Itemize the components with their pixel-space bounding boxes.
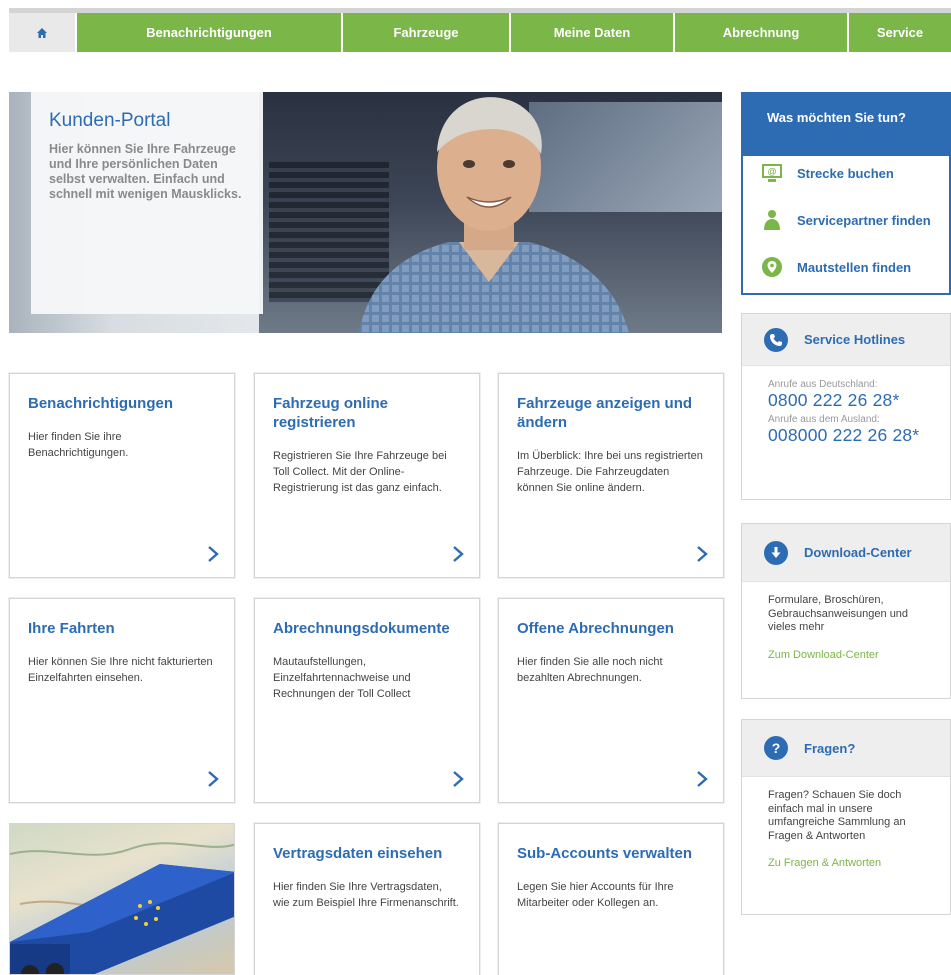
service-hotlines-title: Service Hotlines — [804, 332, 906, 347]
svg-text:@: @ — [768, 167, 777, 177]
hero-description: Hier können Sie Ihre Fahrzeuge und Ihre … — [49, 142, 242, 201]
download-center-body: Formulare, Broschüren, Gebrauchsanweisun… — [742, 582, 950, 676]
tile-title: Ihre Fahrten — [28, 620, 115, 637]
faq-body: Fragen? Schauen Sie doch einfach mal in … — [742, 777, 950, 885]
action-servicepartner-finden[interactable]: Servicepartner finden — [761, 209, 931, 231]
chevron-right-icon[interactable] — [695, 545, 709, 563]
faq-text: Fragen? Schauen Sie doch einfach mal in … — [768, 789, 906, 842]
chevron-right-icon[interactable] — [206, 545, 220, 563]
action-label: Strecke buchen — [797, 165, 894, 181]
phone-icon — [764, 327, 788, 352]
nav-item-service[interactable]: Service — [847, 13, 951, 52]
tile-fahrzeug-registrieren[interactable]: Fahrzeug online registrieren Registriere… — [254, 373, 480, 578]
hotline-intl-number[interactable]: 008000 222 26 28* — [768, 426, 926, 443]
tile-title: Fahrzeug online registrieren — [273, 395, 389, 431]
tile-text: Hier können Sie Ihre nicht fakturierten … — [28, 656, 213, 684]
download-center-text: Formulare, Broschüren, Gebrauchsanweisun… — [768, 594, 909, 633]
tile-title: Abrechnungsdokumente — [273, 620, 450, 637]
download-center-link[interactable]: Zum Download-Center — [768, 649, 879, 663]
chevron-right-icon[interactable] — [206, 770, 220, 788]
tile-vertragsdaten[interactable]: Vertragsdaten einsehen Hier finden Sie I… — [254, 823, 480, 975]
nav-item-meine-daten[interactable]: Meine Daten — [509, 13, 673, 52]
chevron-right-icon[interactable] — [451, 770, 465, 788]
person-icon — [761, 209, 783, 231]
faq-header: ? Fragen? — [742, 720, 950, 777]
tile-title: Vertragsdaten einsehen — [273, 845, 443, 862]
service-hotlines-header: Service Hotlines — [742, 314, 950, 366]
tile-title: Fahrzeuge anzeigen und ändern — [517, 395, 693, 431]
tile-sub-accounts[interactable]: Sub-Accounts verwalten Legen Sie hier Ac… — [498, 823, 724, 975]
tile-title: Offene Abrechnungen — [517, 620, 674, 637]
tile-title: Benachrichtigungen — [28, 395, 174, 412]
tile-benachrichtigungen[interactable]: Benachrichtigungen Hier finden Sie ihre … — [9, 373, 235, 578]
tile-text: Hier finden Sie Ihre Vertragsdaten, wie … — [273, 881, 459, 909]
home-icon — [37, 27, 47, 38]
top-navigation: Benachrichtigungen Fahrzeuge Meine Daten… — [9, 8, 951, 52]
action-label: Mautstellen finden — [797, 259, 912, 275]
action-mautstellen-finden[interactable]: Mautstellen finden — [761, 256, 911, 278]
hero-person-image — [359, 97, 629, 333]
tile-title: Sub-Accounts verwalten — [517, 845, 693, 862]
map-pin-icon — [761, 256, 783, 278]
truck-map-image — [9, 823, 235, 975]
download-center-title: Download-Center — [804, 545, 912, 560]
faq-title: Fragen? — [804, 740, 856, 756]
quick-actions-box: Was möchten Sie tun? @ Strecke buchen Se… — [741, 92, 951, 295]
chevron-right-icon[interactable] — [695, 770, 709, 788]
tile-text: Hier finden Sie ihre Benachrichtigungen. — [28, 431, 129, 459]
tile-text: Im Überblick: Ihre bei uns registrierten… — [517, 450, 703, 494]
nav-home[interactable] — [9, 13, 75, 52]
chevron-right-icon[interactable] — [451, 545, 465, 563]
tile-offene-abrechnungen[interactable]: Offene Abrechnungen Hier finden Sie alle… — [498, 598, 724, 803]
faq-box: ? Fragen? Fragen? Schauen Sie doch einfa… — [741, 719, 951, 915]
download-center-box: Download-Center Formulare, Broschüren, G… — [741, 523, 951, 699]
service-hotlines-box: Service Hotlines Anrufe aus Deutschland:… — [741, 313, 951, 500]
download-center-header: Download-Center — [742, 524, 950, 582]
tile-ihre-fahrten[interactable]: Ihre Fahrten Hier können Sie Ihre nicht … — [9, 598, 235, 803]
nav-item-benachrichtigungen[interactable]: Benachrichtigungen — [75, 13, 341, 52]
nav-item-abrechnung[interactable]: Abrechnung — [673, 13, 847, 52]
action-strecke-buchen[interactable]: @ Strecke buchen — [761, 162, 894, 184]
question-icon: ? — [764, 736, 788, 760]
tile-fahrzeuge-anzeigen[interactable]: Fahrzeuge anzeigen und ändern Im Überbli… — [498, 373, 724, 578]
action-label: Servicepartner finden — [797, 212, 931, 228]
download-icon — [764, 540, 788, 565]
hotline-de-number[interactable]: 0800 222 26 28* — [768, 391, 926, 408]
tile-text: Registrieren Sie Ihre Fahrzeuge bei Toll… — [273, 450, 447, 494]
hero-title: Kunden-Portal — [49, 110, 171, 131]
hero-text-box: Kunden-Portal Hier können Sie Ihre Fahrz… — [31, 92, 263, 314]
tile-abrechnungsdokumente[interactable]: Abrechnungsdokumente Mautaufstellungen, … — [254, 598, 480, 803]
tile-text: Mautaufstellungen, Einzelfahrtennachweis… — [273, 656, 411, 700]
faq-link[interactable]: Zu Fragen & Antworten — [768, 857, 881, 871]
quick-actions-title: Was möchten Sie tun? — [743, 94, 949, 156]
tile-text: Legen Sie hier Accounts für Ihre Mitarbe… — [517, 881, 674, 909]
hero-banner: Kunden-Portal Hier können Sie Ihre Fahrz… — [9, 92, 722, 333]
nav-item-fahrzeuge[interactable]: Fahrzeuge — [341, 13, 509, 52]
monitor-at-icon: @ — [761, 162, 783, 184]
tile-text: Hier finden Sie alle noch nicht bezahlte… — [517, 656, 663, 684]
hotline-details: Anrufe aus Deutschland: 0800 222 26 28* … — [742, 366, 950, 462]
